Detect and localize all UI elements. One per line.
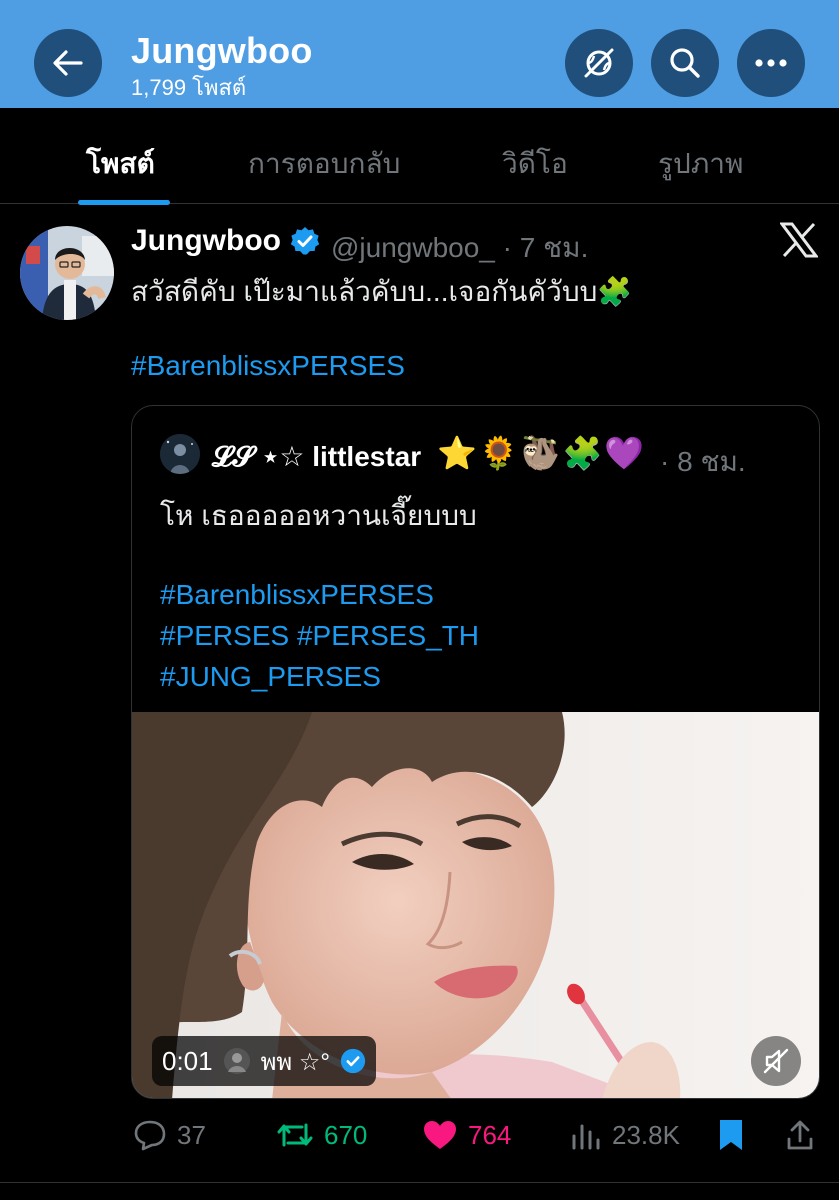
author-avatar[interactable]: [20, 226, 114, 320]
quoted-post-hashtags: #BarenblissxPERSES #PERSES #PERSES_TH #J…: [160, 574, 479, 697]
video-info-chip: 0:01 พพ ☆°: [152, 1036, 377, 1086]
tab-photos[interactable]: รูปภาพ: [658, 142, 743, 186]
search-button[interactable]: [651, 29, 719, 97]
speaker-muted-icon: [763, 1048, 789, 1074]
like-button[interactable]: 764: [422, 1110, 511, 1160]
repost-count: 670: [324, 1119, 368, 1150]
bookmark-filled-icon: [720, 1120, 742, 1150]
quoted-post-time: · 8 ชม.: [660, 446, 746, 477]
post-text: สวัสดีคับ เป๊ะมาแล้วคับบ...เจอกันคัวับบ🧩: [131, 276, 633, 307]
search-icon: [670, 48, 700, 78]
mute-button[interactable]: [751, 1036, 801, 1086]
profile-title: Jungwboo: [131, 30, 313, 71]
post-actions: 37 670 764 23.8K: [0, 1110, 839, 1160]
active-tab-indicator: [78, 200, 170, 205]
verified-badge-icon: [340, 1048, 366, 1074]
more-icon: [755, 59, 787, 67]
quoted-author-avatar: [160, 434, 200, 474]
top-bar: Jungwboo 1,799 โพสต์: [0, 0, 839, 108]
author-handle[interactable]: @jungwboo_: [331, 232, 495, 263]
back-button[interactable]: [34, 29, 102, 97]
view-count: 23.8K: [612, 1119, 680, 1150]
author-handle-and-time: @jungwboo_ · 7 ชม.: [331, 226, 588, 270]
video-uploader-name: พพ ☆°: [260, 1048, 331, 1076]
more-button[interactable]: [737, 29, 805, 97]
repost-icon: [277, 1123, 313, 1147]
tab-replies[interactable]: การตอบกลับ: [248, 142, 400, 186]
share-button[interactable]: [786, 1110, 814, 1160]
reply-icon: [134, 1120, 166, 1151]
post-count: 1,799 โพสต์: [131, 75, 247, 100]
quoted-post[interactable]: 𝓛𝓢 ⋆☆ littlestar ⭐🌻🦥🧩💜 · 8 ชม. โห เธออออ…: [131, 405, 820, 1099]
author-name[interactable]: Jungwboo: [131, 224, 281, 258]
uploader-avatar-icon: [223, 1048, 250, 1074]
tab-posts[interactable]: โพสต์: [86, 142, 155, 186]
share-icon: [787, 1120, 813, 1150]
video-timestamp: 0:01: [162, 1045, 213, 1076]
translate-off-button[interactable]: [565, 29, 633, 97]
video-player[interactable]: 0:01 พพ ☆°: [132, 712, 819, 1098]
profile-tabs: โพสต์ การตอบกลับ วิดีโอ รูปภาพ: [0, 108, 839, 205]
bookmark-button[interactable]: [716, 1110, 746, 1160]
arrow-left-icon: [53, 50, 83, 76]
quoted-hashtag-line[interactable]: #JUNG_PERSES: [160, 656, 479, 697]
quoted-post-text: โห เธอออออหวานเจี๊ยบบบ: [160, 500, 477, 531]
analytics-icon: [572, 1124, 600, 1150]
reply-button[interactable]: 37: [133, 1110, 206, 1160]
quoted-hashtag-line[interactable]: #PERSES #PERSES_TH: [160, 615, 479, 656]
post-divider: [0, 1182, 839, 1183]
translate-off-icon: [584, 48, 614, 78]
post-time: · 7 ชม.: [502, 232, 589, 263]
heart-filled-icon: [424, 1121, 456, 1149]
quoted-author-emojis: ⭐🌻🦥🧩💜: [437, 435, 647, 471]
tab-videos[interactable]: วิดีโอ: [502, 142, 568, 186]
quoted-author-name: 𝓛𝓢 ⋆☆ littlestar: [212, 441, 422, 472]
verified-badge-icon: [290, 227, 320, 255]
quoted-hashtag-line[interactable]: #BarenblissxPERSES: [160, 574, 479, 615]
repost-button[interactable]: 670: [276, 1110, 367, 1160]
x-logo-icon: [780, 222, 818, 258]
like-count: 764: [468, 1119, 512, 1150]
post-hashtag[interactable]: #BarenblissxPERSES: [131, 350, 405, 382]
reply-count: 37: [177, 1119, 206, 1150]
views-button[interactable]: 23.8K: [570, 1110, 680, 1160]
